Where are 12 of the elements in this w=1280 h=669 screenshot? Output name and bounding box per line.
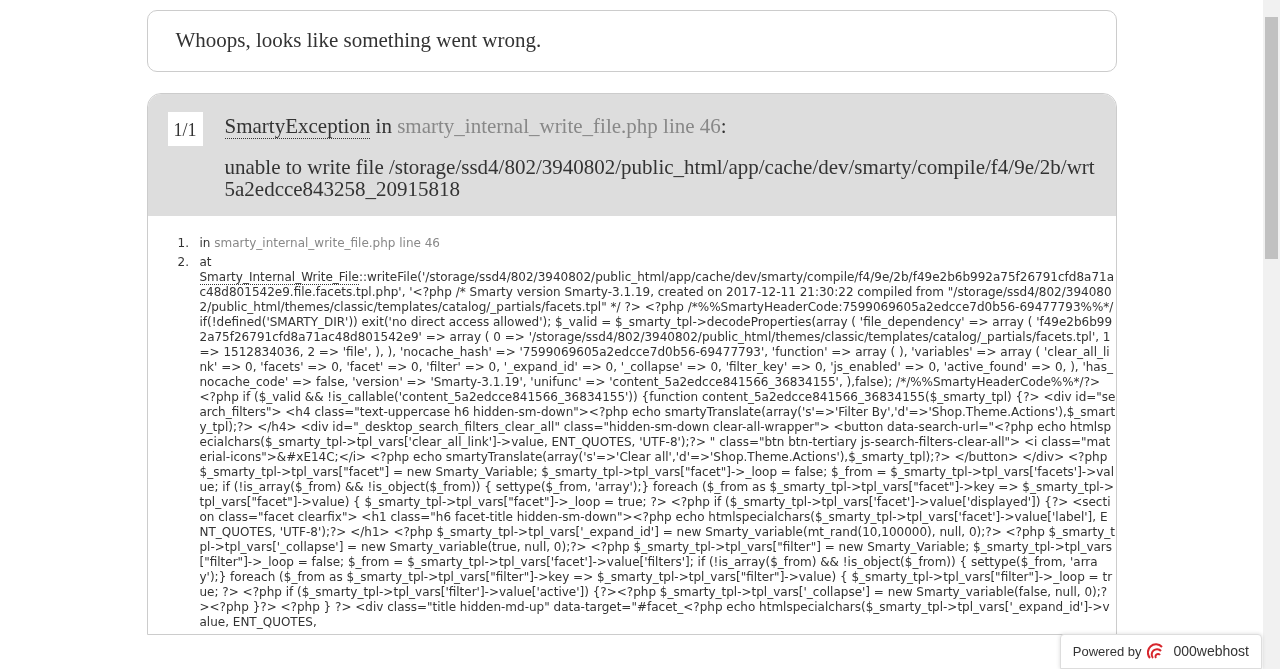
trace-location: in smarty_internal_write_file.php line 46 bbox=[199, 235, 440, 250]
exception-message: unable to write file /storage/ssd4/802/3940802/public_html/app/cache/dev/smarty/compile/f4/9e/2b/wrt5a2edcce843258_20915818 bbox=[224, 155, 1096, 200]
error-notice: Whoops, looks like something went wrong. bbox=[175, 28, 542, 52]
scrollbar[interactable] bbox=[1263, 0, 1280, 669]
exception-counter: 1/1 bbox=[167, 111, 203, 146]
scrollbar-thumb[interactable] bbox=[1265, 17, 1278, 259]
exception-title: SmartyException in smarty_internal_write_file.php line 46: bbox=[224, 112, 728, 140]
powered-by-badge[interactable]: Powered by 000webhost bbox=[1059, 634, 1262, 669]
trace-prefix: at bbox=[199, 254, 213, 270]
trace-number: 1. bbox=[177, 235, 190, 251]
trace-number: 2. bbox=[177, 254, 190, 271]
trace-call: Smarty_Internal_Write_File::writeFile('/storage/ssd4/802/3940802/public_html/app/cache/dev/smarty/compile/f4/9e/2b/f49e2b6b992a75f26791cfd8a71a c48d801542e9.file.facets.tpl.php', '<?php /* Smarty version Smarty-3.1.19, created on 2017-12-11 21:30:22 compiled from "/storage/ssd4/802/3940802/public_html/themes/classic/templates/catalog/_partials/facets.tpl" */ ?> <?php /*%%SmartyHeaderCode:7599069605a2edcce7d0b56-69477793%%*/if(!defined('SMARTY_DIR')) exit('no direct access allowed'); $_valid = $_smarty_tpl->decodeProperties(array ( 'file_dependency' => array ( 'f49e2b6b992a75f26791cfd8a71ac48d801542e9' => array ( 0 => '/storage/ssd4/802/3940802/public_html/themes/classic/templates/catalog/_partials/facets.tpl', 1 => 1512834036, 2 => 'file', ), ), 'nocache_hash' => '7599069605a2edcce7d0b56-69477793', 'function' => array ( ), 'variables' => array ( 'clear_all_link' => 0, 'facets' => 0, 'facet' => 0, 'filter' => 0, '_expand_id' => 0, '_collapse' => 0, 'filter_key' => 0, 'js_enabled' => 0, 'active_found' => 0, ), 'has_nocache_code' => false, 'version' => 'Smarty-3.1.19', 'unifunc' => 'content_5a2edcce841566_36834155', ),false); /*/%%SmartyHeaderCode%%*/?> <?php if ($_valid && !is_callable('content_5a2edcce841566_36834155')) {function content_5a2edcce841566_36834155($_smarty_tpl) {?> <div id="search_filters"> <h4 class="text-uppercase h6 hidden-sm-down"><?php echo smartyTranslate(array('s'=>'Filter By','d'=>'Shop.Theme.Actions'),$_smarty_tpl);?> </h4> <div id="_desktop_search_filters_clear_all" class="hidden-sm-down clear-all-wrapper"> <button data-search-url="<?php echo htmlspecialchars($_smarty_tpl->tpl_vars['clear_all_link']->value, ENT_QUOTES, 'UTF-8');?> " class="btn btn-tertiary js-search-filters-clear-all"> <i class="material-icons">&#xE14C;</i> <?php echo smartyTranslate(array('s'=>'Clear all','d'=>'Shop.Theme.Actions'),$_smarty_tpl);?> </button> </div> <?php $_smarty_tpl->tpl_vars["facet"] = new Smarty_Variable; $_smarty_tpl->tpl_vars["facet"]->_loop = false; $_from = $_smarty_tpl->tpl_vars['facets']->value; if (!is_array($_from) && !is_object($_from)) { settype($_from, 'array');} foreach ($_from as $_smarty_tpl->tpl_vars["facet"]->key => $_smarty_tpl->tpl_vars["facet"]->value) { $_smarty_tpl->tpl_vars["facet"]->_loop = true; ?> <?php if ($_smarty_tpl->tpl_vars['facet']->value['displayed']) {?> <section class="facet clearfix"> <h1 class="h6 facet-title hidden-sm-down"><?php echo htmlspecialchars($_smarty_tpl->tpl_vars['facet']->value['label'], ENT_QUOTES, 'UTF-8');?> </h1> <?php $_smarty_tpl->tpl_vars['_expand_id'] = new Smarty_variable(mt_rand(10,100000), null, 0);?> <?php $_smarty_tpl->tpl_vars['_collapse'] = new Smarty_variable(true, null, 0);?> <?php $_smarty_tpl->tpl_vars["filter"] = new Smarty_Variable; $_smarty_tpl->tpl_vars["filter"]->_loop = false; $_from = $_smarty_tpl->tpl_vars['facet']->value['filters']; if (!is_array($_from) && !is_object($_from)) { settype($_from, 'array');} foreach ($_from as $_smarty_tpl->tpl_vars["filter"]->key => $_smarty_tpl->tpl_vars["filter"]->value) { $_smarty_tpl->tpl_vars["filter"]->_loop = true; ?> <?php if ($_smarty_tpl->tpl_vars['filter']->value['active']) {?><?php $_smarty_tpl->tpl_vars['_collapse'] = new Smarty_variable(false, null, 0);?><?php }?> <?php } ?> <div class="title hidden-md-up" data-target="#facet_<?php echo htmlspecialchars($_smarty_tpl->tpl_vars['_expand_id']->value, ENT_QUOTES, bbox=[199, 269, 1116, 630]
